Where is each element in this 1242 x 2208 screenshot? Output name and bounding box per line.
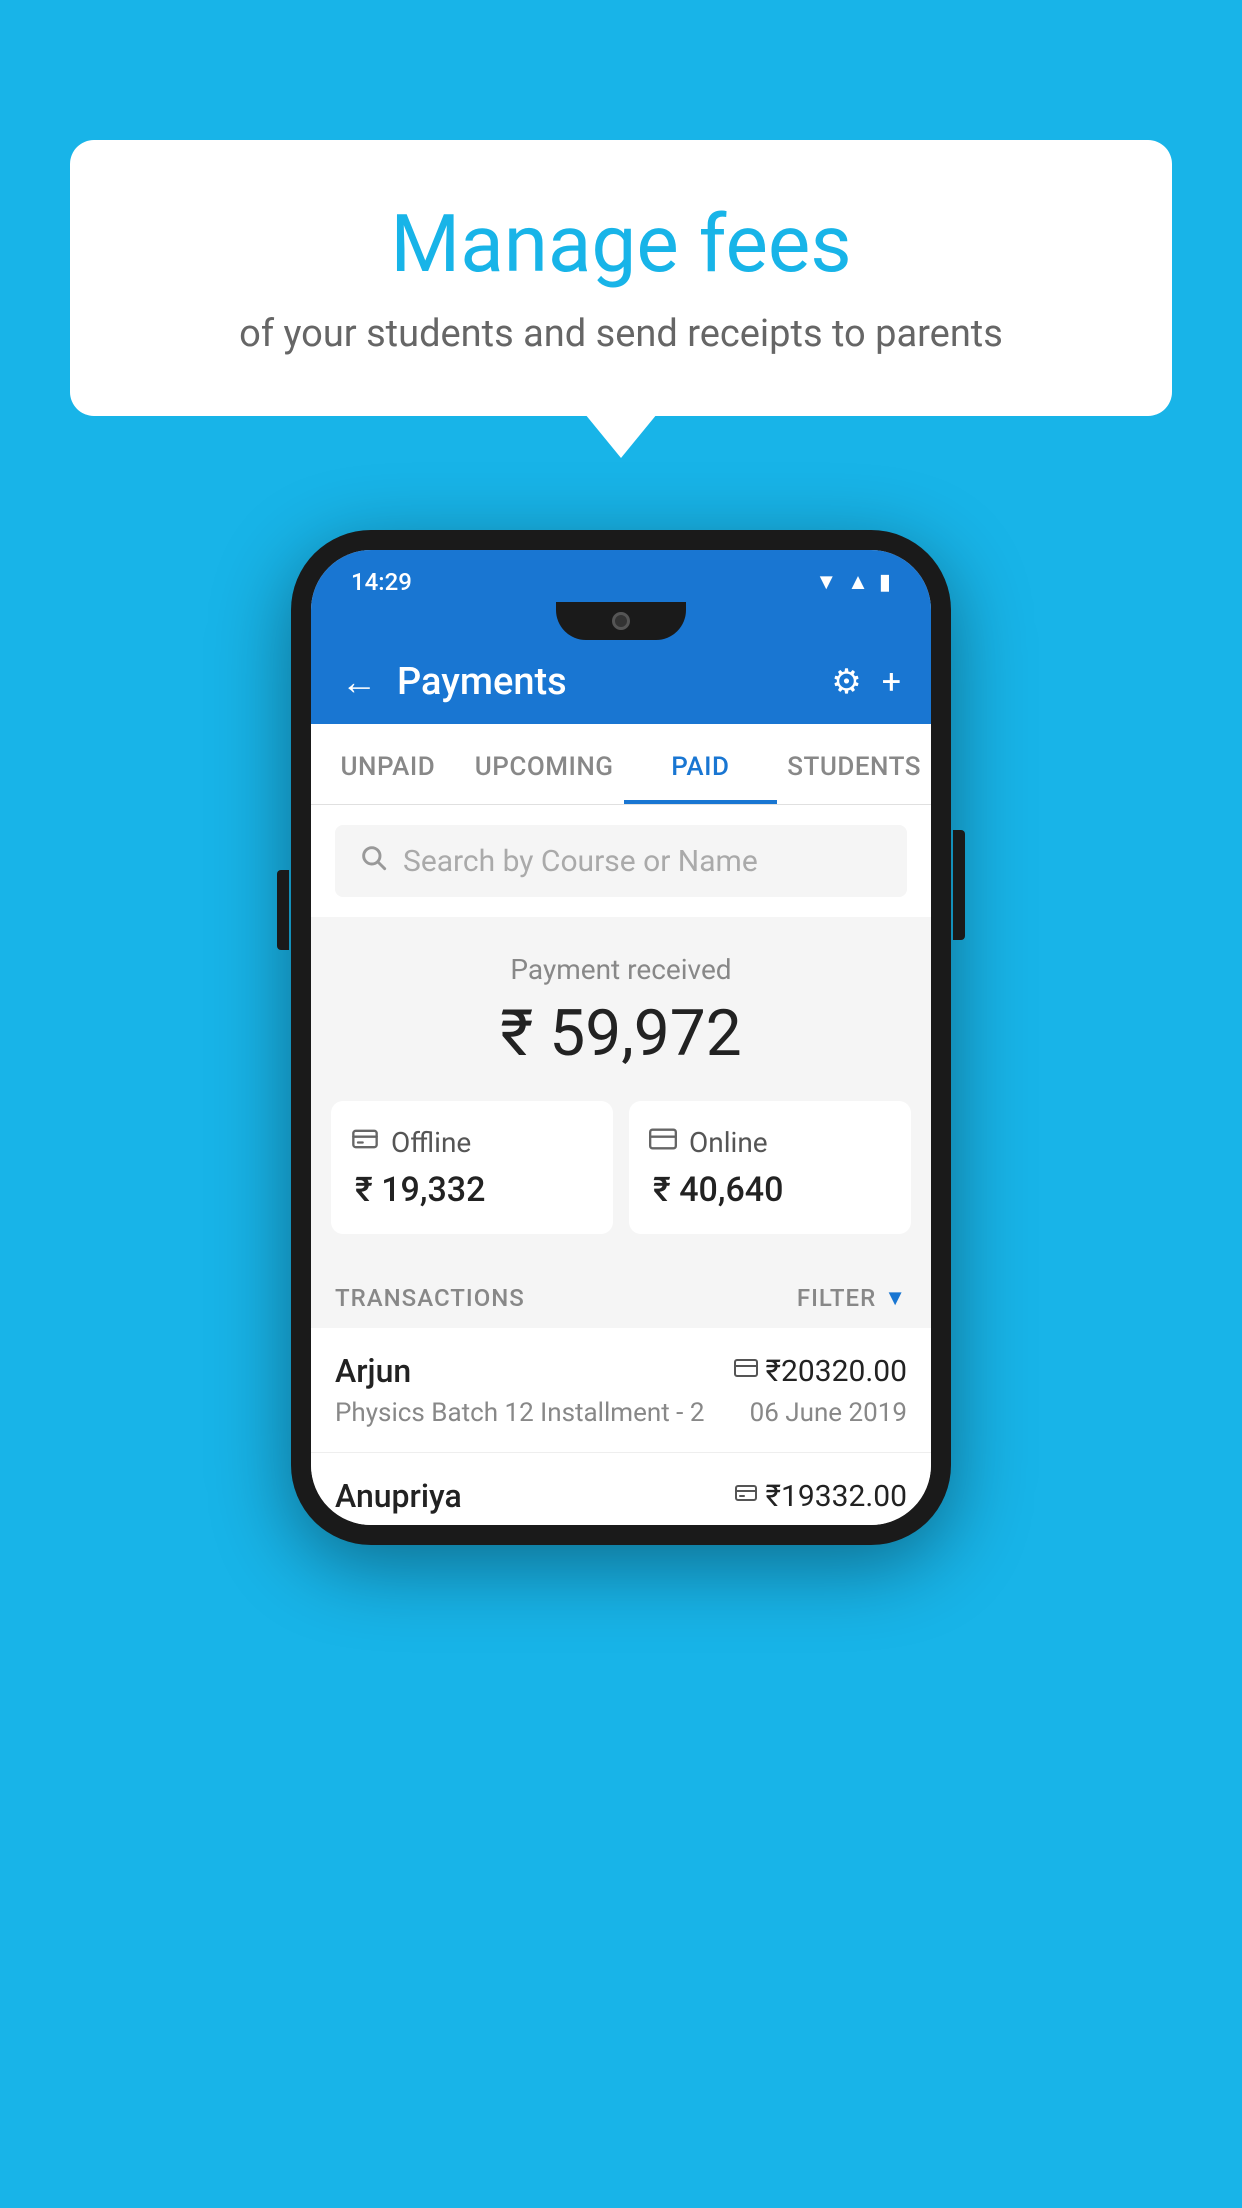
phone-device: 14:29 ▼ ▲ ▮ ← Payments ⚙ + <box>291 530 951 1545</box>
tab-paid[interactable]: PAID <box>624 724 778 804</box>
wifi-icon: ▼ <box>815 569 837 595</box>
back-button[interactable]: ← <box>341 661 377 703</box>
search-icon <box>359 843 387 879</box>
notch <box>556 602 686 640</box>
signal-icon: ▲ <box>847 569 869 595</box>
offline-label: Offline <box>391 1126 471 1159</box>
transactions-header: TRANSACTIONS FILTER ▼ <box>311 1264 931 1328</box>
online-card-top: Online <box>649 1125 891 1160</box>
course-info: Physics Batch 12 Installment - 2 <box>335 1398 704 1428</box>
search-container: Search by Course or Name <box>311 805 931 917</box>
filter-label: FILTER <box>797 1284 876 1312</box>
online-label: Online <box>689 1126 768 1159</box>
transaction-amount: ₹20320.00 <box>766 1354 907 1389</box>
online-amount: ₹ 40,640 <box>649 1170 891 1210</box>
status-icons: ▼ ▲ ▮ <box>815 569 891 595</box>
transaction-top-partial: Anupriya ₹19332.00 <box>335 1477 907 1515</box>
payment-received-label: Payment received <box>331 953 911 986</box>
cash-payment-icon <box>734 1481 758 1511</box>
payment-summary: Payment received ₹ 59,972 <box>311 917 931 1101</box>
phone-screen: 14:29 ▼ ▲ ▮ ← Payments ⚙ + <box>311 550 931 1525</box>
offline-amount: ₹ 19,332 <box>351 1170 593 1210</box>
transaction-amount-row-2: ₹19332.00 <box>734 1479 907 1514</box>
filter-icon: ▼ <box>884 1285 907 1311</box>
student-name-2: Anupriya <box>335 1477 462 1515</box>
transaction-amount-row: ₹20320.00 <box>734 1354 907 1389</box>
transaction-item[interactable]: Arjun ₹20320.00 Physics Batch 12 Install… <box>311 1328 931 1453</box>
app-bar: ← Payments ⚙ + <box>311 640 931 724</box>
speech-bubble-subtitle: of your students and send receipts to pa… <box>150 308 1092 361</box>
payment-total-amount: ₹ 59,972 <box>331 996 911 1071</box>
tab-students[interactable]: STUDENTS <box>777 724 931 804</box>
camera-dot <box>612 612 630 630</box>
transaction-top: Arjun ₹20320.00 <box>335 1352 907 1390</box>
notch-area <box>311 610 931 640</box>
online-card: Online ₹ 40,640 <box>629 1101 911 1234</box>
status-time: 14:29 <box>351 568 412 596</box>
cards-row: Offline ₹ 19,332 Online ₹ 4 <box>311 1101 931 1264</box>
transaction-item-partial[interactable]: Anupriya ₹19332.00 <box>311 1453 931 1525</box>
transaction-detail: Physics Batch 12 Installment - 2 06 June… <box>335 1398 907 1428</box>
tab-unpaid[interactable]: UNPAID <box>311 724 465 804</box>
speech-bubble: Manage fees of your students and send re… <box>70 140 1172 416</box>
speech-bubble-container: Manage fees of your students and send re… <box>70 140 1172 416</box>
offline-card: Offline ₹ 19,332 <box>331 1101 613 1234</box>
online-icon <box>649 1125 677 1160</box>
battery-icon: ▮ <box>879 570 891 595</box>
offline-icon <box>351 1125 379 1160</box>
search-placeholder: Search by Course or Name <box>403 844 758 879</box>
speech-bubble-title: Manage fees <box>150 200 1092 288</box>
phone-outer: 14:29 ▼ ▲ ▮ ← Payments ⚙ + <box>291 530 951 1545</box>
tabs-bar: UNPAID UPCOMING PAID STUDENTS <box>311 724 931 805</box>
tab-upcoming[interactable]: UPCOMING <box>465 724 624 804</box>
offline-card-top: Offline <box>351 1125 593 1160</box>
filter-button[interactable]: FILTER ▼ <box>797 1284 907 1312</box>
add-icon[interactable]: + <box>882 662 901 702</box>
status-bar: 14:29 ▼ ▲ ▮ <box>311 550 931 610</box>
card-payment-icon <box>734 1356 758 1386</box>
transactions-label: TRANSACTIONS <box>335 1284 525 1312</box>
student-name: Arjun <box>335 1352 411 1390</box>
transaction-date: 06 June 2019 <box>750 1398 907 1428</box>
transaction-amount-2: ₹19332.00 <box>766 1479 907 1514</box>
search-input-wrapper[interactable]: Search by Course or Name <box>335 825 907 897</box>
app-bar-title: Payments <box>397 660 811 704</box>
settings-icon[interactable]: ⚙ <box>831 662 861 702</box>
